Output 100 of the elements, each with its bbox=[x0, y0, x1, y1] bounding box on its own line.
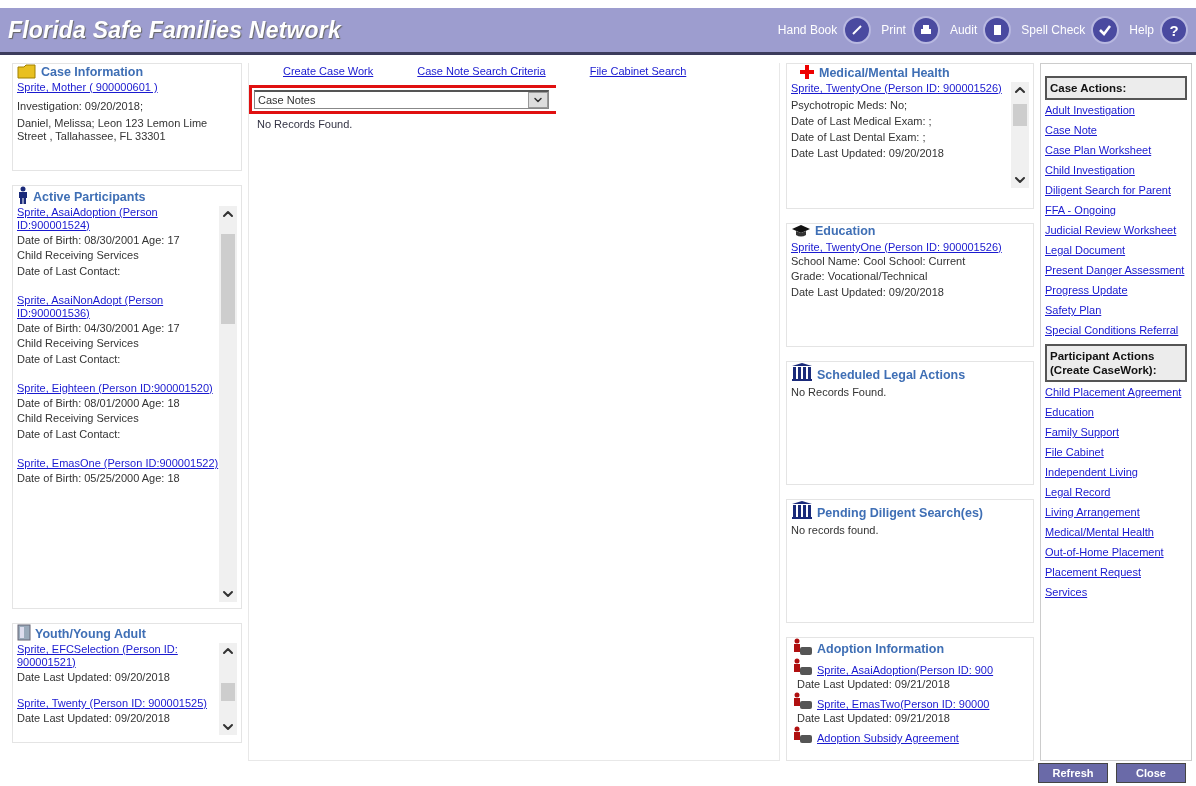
info-text: Child Receiving Services bbox=[17, 336, 140, 351]
address-text: Daniel, Melissa; Leon 123 Lemon Lime Street , Tallahassee, FL 33301 bbox=[17, 117, 209, 143]
panel-title: Medical/Mental Health bbox=[819, 66, 950, 80]
agreement-link[interactable]: Adoption Subsidy Agreement bbox=[817, 732, 959, 744]
info-text: Child Receiving Services bbox=[17, 248, 140, 263]
info-text: Date of Last Dental Exam: ; bbox=[791, 130, 927, 145]
action-link[interactable]: FFA - Ongoing bbox=[1045, 204, 1187, 217]
info-text: Date Last Updated: 09/21/2018 bbox=[796, 677, 951, 692]
adoption-icon bbox=[791, 658, 813, 676]
info-text: Date of Birth: 08/30/2001 Age: 17 bbox=[17, 234, 181, 247]
person-link[interactable]: Sprite, EmasOne (Person ID:900001522) bbox=[17, 457, 219, 470]
action-link[interactable]: Medical/Mental Health bbox=[1045, 526, 1187, 539]
action-link[interactable]: Case Note bbox=[1045, 124, 1187, 137]
panel-title: Scheduled Legal Actions bbox=[817, 368, 966, 382]
toolbar-button[interactable]: Help ? bbox=[1129, 16, 1188, 44]
action-link[interactable]: Case Plan Worksheet bbox=[1045, 144, 1187, 157]
action-link[interactable]: Special Conditions Referral bbox=[1045, 324, 1187, 337]
person-link[interactable]: Sprite, Mother ( 900000601 ) bbox=[17, 81, 237, 94]
action-link[interactable]: Education bbox=[1045, 406, 1187, 419]
person-link[interactable]: Sprite, TwentyOne (Person ID: 900001526) bbox=[791, 241, 1002, 253]
action-button[interactable]: Close bbox=[1116, 763, 1186, 783]
person-link[interactable]: Sprite, EmasTwo(Person ID: 90000 bbox=[817, 698, 990, 710]
empty-message: No records found. bbox=[791, 523, 880, 538]
action-button[interactable]: Refresh bbox=[1038, 763, 1108, 783]
panel-title: Youth/Young Adult bbox=[35, 627, 146, 641]
adoption-icon bbox=[791, 726, 813, 744]
info-text: Date of Birth: 05/25/2000 Age: 18 bbox=[17, 472, 181, 485]
panel-title: Case Information bbox=[41, 65, 144, 79]
person-link[interactable]: Sprite, AsaiNonAdopt (Person ID:900001536) bbox=[17, 294, 219, 320]
info-text: Date of Last Contact: bbox=[17, 427, 122, 442]
empty-message: No Records Found. bbox=[256, 117, 354, 132]
medical-cross-icon bbox=[799, 64, 815, 80]
action-link[interactable]: Adult Investigation bbox=[1045, 104, 1187, 117]
panel-title: Education bbox=[815, 224, 876, 238]
scrollbar-thumb[interactable] bbox=[1013, 104, 1027, 126]
document-icon bbox=[983, 16, 1012, 44]
help-icon: ? bbox=[1160, 16, 1188, 44]
info-text: Date of Birth: 08/01/2000 Age: 18 bbox=[17, 397, 181, 410]
columns-icon bbox=[791, 500, 813, 520]
action-link[interactable]: Independent Living bbox=[1045, 466, 1187, 479]
action-link[interactable]: Present Danger Assessment bbox=[1045, 264, 1187, 277]
action-link[interactable]: Judicial Review Worksheet bbox=[1045, 224, 1187, 237]
action-link[interactable]: Safety Plan bbox=[1045, 304, 1187, 317]
person-link[interactable]: Sprite, TwentyOne (Person ID: 900001526) bbox=[791, 82, 1011, 95]
panel-title: Adoption Information bbox=[817, 642, 945, 656]
adoption-icon bbox=[791, 692, 813, 710]
check-icon bbox=[1091, 16, 1120, 44]
action-link[interactable]: Child Investigation bbox=[1045, 164, 1187, 177]
info-text: Date Last Updated: 09/20/2018 bbox=[17, 670, 171, 685]
info-text: Date of Birth: 04/30/2001 Age: 17 bbox=[17, 322, 181, 335]
action-link[interactable]: Family Support bbox=[1045, 426, 1187, 439]
nav-link[interactable]: File Cabinet Search bbox=[589, 65, 687, 85]
info-text: Date Last Updated: 09/20/2018 bbox=[791, 146, 945, 161]
info-text: Psychotropic Meds: No; bbox=[791, 98, 909, 113]
columns-icon bbox=[791, 362, 813, 382]
action-link[interactable]: Progress Update bbox=[1045, 284, 1187, 297]
person-icon bbox=[17, 186, 29, 204]
graduation-cap-icon bbox=[791, 224, 811, 238]
action-link[interactable]: Child Placement Agreement bbox=[1045, 386, 1187, 399]
panel-title: Active Participants bbox=[33, 190, 146, 204]
notes-dropdown[interactable]: Case Notes bbox=[254, 90, 549, 109]
panel-title: Pending Diligent Search(es) bbox=[817, 506, 983, 520]
action-link[interactable]: Services bbox=[1045, 586, 1187, 599]
action-link[interactable]: Diligent Search for Parent bbox=[1045, 184, 1187, 197]
folder-icon bbox=[17, 64, 37, 79]
info-text: Date of Last Contact: bbox=[17, 264, 122, 279]
nav-link[interactable]: Create Case Work bbox=[283, 65, 374, 85]
scrollbar-thumb[interactable] bbox=[221, 683, 235, 701]
scrollbar[interactable] bbox=[219, 643, 237, 735]
action-link[interactable]: Out-of-Home Placement bbox=[1045, 546, 1187, 559]
education-text: Sprite, TwentyOne (Person ID: 900001526) School Name: Cool School: Current bbox=[791, 240, 1003, 268]
person-link[interactable]: Sprite, AsaiAdoption (Person ID:900001524) bbox=[17, 206, 219, 232]
section-heading: Case Actions: bbox=[1045, 76, 1187, 100]
info-text: Date of Last Medical Exam: ; bbox=[791, 114, 933, 129]
info-text: Investigation: 09/20/2018; bbox=[17, 99, 144, 114]
info-text: Date of Last Contact: bbox=[17, 352, 122, 367]
scrollbar-thumb[interactable] bbox=[221, 234, 235, 324]
info-text: Date Last Updated: 09/21/2018 bbox=[796, 711, 951, 726]
adoption-icon bbox=[791, 638, 813, 656]
action-link[interactable]: File Cabinet bbox=[1045, 446, 1187, 459]
scrollbar[interactable] bbox=[1011, 82, 1029, 188]
nav-link[interactable]: Case Note Search Criteria bbox=[417, 65, 546, 85]
printer-icon bbox=[911, 16, 940, 44]
info-text: Date Last Updated: 09/20/2018 bbox=[17, 711, 171, 726]
pencil-icon bbox=[843, 16, 872, 44]
info-text: Grade: Vocational/Technical bbox=[791, 269, 929, 284]
person-link[interactable]: Sprite, Eighteen (Person ID:900001520) bbox=[17, 382, 219, 395]
section-heading: Participant Actions (Create CaseWork): bbox=[1045, 344, 1187, 382]
empty-message: No Records Found. bbox=[791, 385, 888, 400]
info-text: Child Receiving Services bbox=[17, 411, 140, 426]
action-link[interactable]: Living Arrangement bbox=[1045, 506, 1187, 519]
action-link[interactable]: Legal Document bbox=[1045, 244, 1187, 257]
person-link[interactable]: Sprite, Twenty (Person ID: 900001525) bbox=[17, 697, 219, 710]
app-title: Florida Safe Families Network bbox=[8, 16, 343, 44]
person-link[interactable]: Sprite, EFCSelection (Person ID: 900001521) bbox=[17, 643, 219, 669]
action-link[interactable]: Legal Record bbox=[1045, 486, 1187, 499]
action-link[interactable]: Placement Request bbox=[1045, 566, 1187, 579]
person-link[interactable]: Sprite, AsaiAdoption(Person ID: 900 bbox=[817, 664, 994, 676]
info-text: Date Last Updated: 09/20/2018 bbox=[791, 285, 945, 300]
scrollbar[interactable] bbox=[219, 206, 237, 602]
